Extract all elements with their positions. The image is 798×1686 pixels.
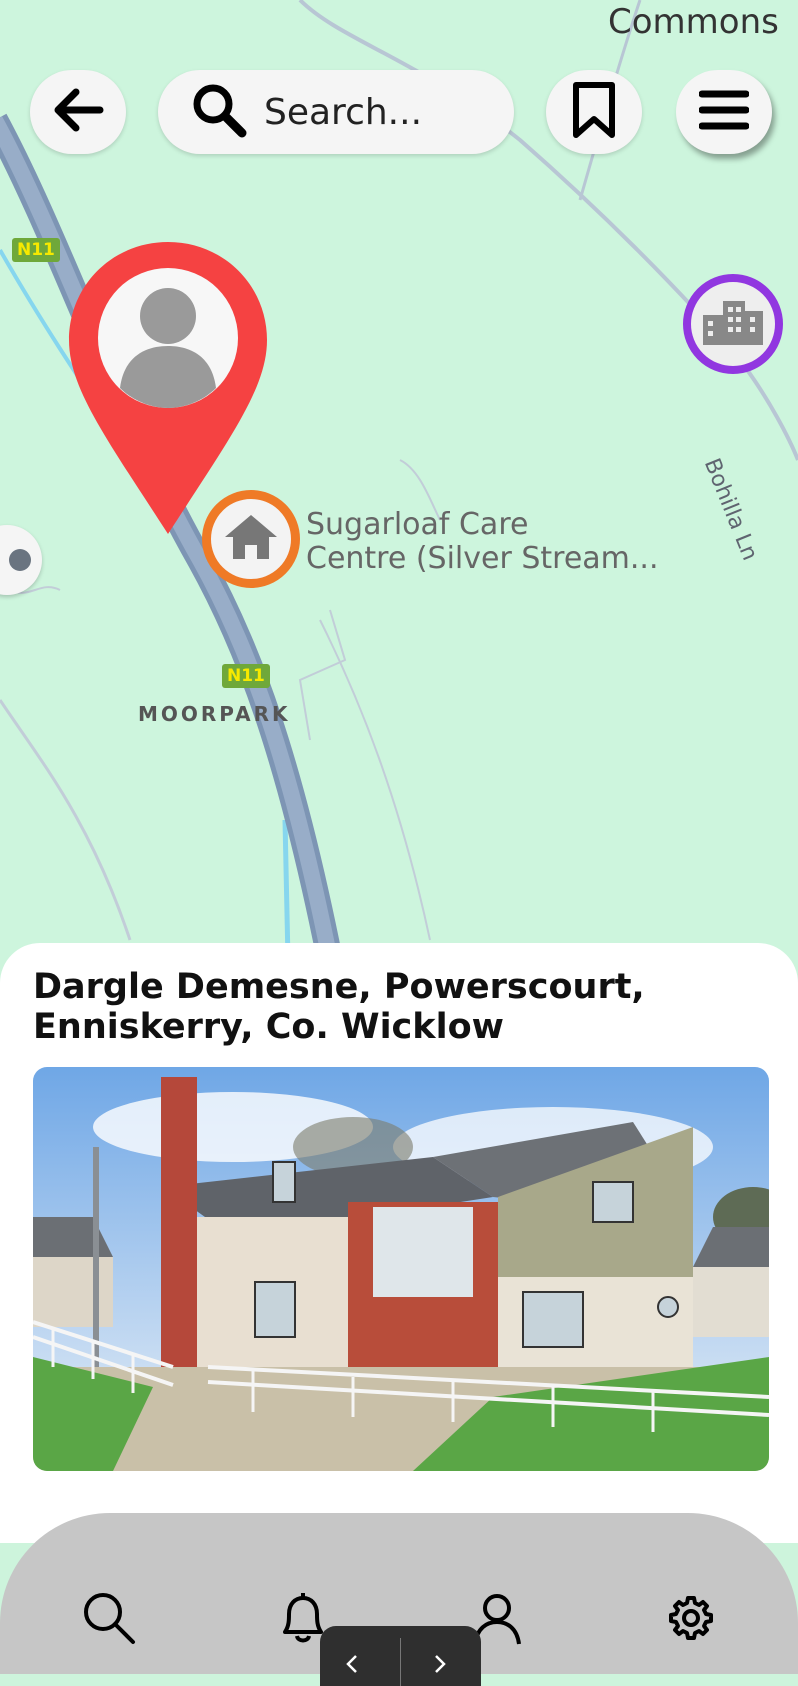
- listing-panel[interactable]: Dargle Demesne, Powerscourt, Enniskerry,…: [0, 943, 798, 1543]
- area-label-moorpark: MOORPARK: [138, 702, 291, 726]
- route-shield-n11: N11: [222, 664, 270, 688]
- chevron-right-icon[interactable]: [430, 1652, 450, 1681]
- city-buildings-icon: [701, 297, 765, 352]
- care-centre-label-line2: Centre (Silver Stream...: [306, 541, 659, 576]
- marker-dot-icon: [9, 549, 31, 571]
- listing-address: Dargle Demesne, Powerscourt, Enniskerry,…: [33, 967, 753, 1047]
- chevron-left-icon[interactable]: [342, 1652, 362, 1681]
- hamburger-menu-icon: [698, 88, 750, 137]
- address-line-2: Enniskerry, Co. Wicklow: [33, 1007, 504, 1047]
- menu-button[interactable]: [676, 70, 772, 154]
- search-icon: [81, 1590, 137, 1651]
- map-view[interactable]: Commons N11 N11 MOORPARK Bohilla Ln Suga…: [0, 0, 798, 960]
- search-placeholder: Search...: [264, 91, 423, 133]
- system-navigation-pill: [320, 1626, 481, 1686]
- care-centre-label: Sugarloaf Care Centre (Silver Stream...: [306, 508, 659, 576]
- search-input[interactable]: Search...: [158, 70, 514, 154]
- back-button[interactable]: [30, 70, 126, 154]
- arrow-left-icon: [52, 88, 104, 137]
- house-photo: [33, 1067, 769, 1471]
- nav-search-button[interactable]: [72, 1583, 146, 1657]
- gear-icon: [667, 1594, 715, 1647]
- map-pin-icon: [69, 242, 267, 534]
- care-centre-label-line1: Sugarloaf Care: [306, 507, 529, 542]
- route-shield-n11: N11: [12, 238, 60, 262]
- bookmark-icon: [572, 81, 616, 144]
- user-location-pin[interactable]: [66, 238, 271, 538]
- bookmark-button[interactable]: [546, 70, 642, 154]
- listing-photo[interactable]: [33, 1067, 769, 1471]
- pager-divider: [400, 1638, 401, 1686]
- search-icon: [190, 81, 248, 144]
- building-marker[interactable]: [683, 274, 783, 374]
- nav-settings-button[interactable]: [654, 1583, 728, 1657]
- place-label-commons: Commons: [608, 2, 779, 42]
- address-line-1: Dargle Demesne, Powerscourt,: [33, 967, 645, 1007]
